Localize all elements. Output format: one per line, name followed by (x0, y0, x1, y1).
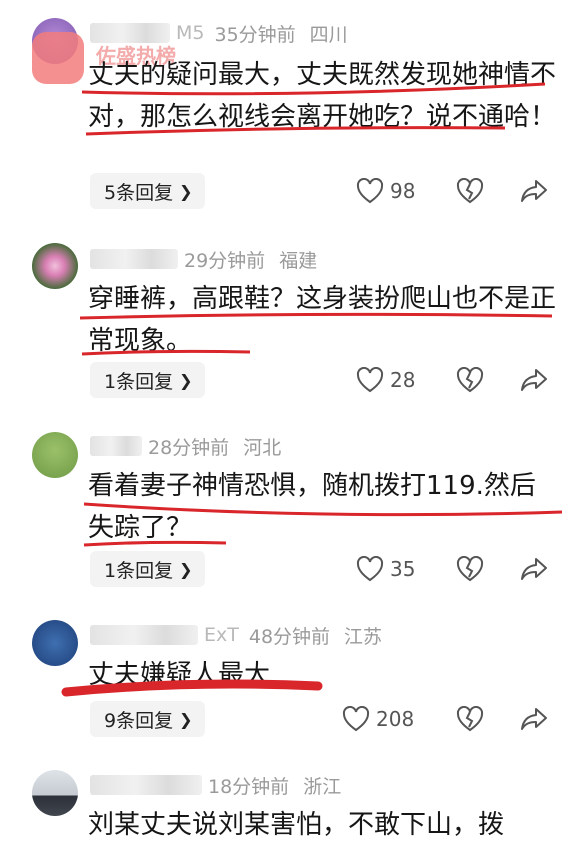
like-count: 208 (376, 707, 415, 731)
like-button[interactable]: 98 (356, 173, 415, 209)
replies-button[interactable]: 1条回复 ❯ (90, 362, 205, 398)
dislike-button[interactable] (456, 173, 484, 209)
replies-button[interactable]: 1条回复 ❯ (90, 551, 205, 587)
username-blurred[interactable] (90, 249, 178, 269)
watermark-logo (32, 32, 84, 84)
comment-time: 18分钟前 (208, 775, 290, 798)
username-blurred[interactable] (90, 625, 198, 645)
replies-count: 5条回复 (104, 181, 174, 204)
comment-meta: 29分钟前 福建 (90, 244, 317, 274)
comment-text: 穿睡裤，高跟鞋？这身装扮爬山也不是正常现象。 (88, 284, 557, 356)
comment-meta: M5 35分钟前 四川 (90, 18, 348, 48)
comment-location: 浙江 (303, 775, 342, 798)
like-count: 35 (390, 557, 416, 581)
like-count: 98 (390, 179, 416, 203)
like-button[interactable]: 35 (356, 551, 415, 587)
heart-icon (342, 706, 370, 732)
comment-meta: ExT 48分钟前 江苏 (90, 620, 382, 650)
broken-heart-icon (456, 178, 484, 204)
replies-count: 1条回复 (104, 370, 174, 393)
comment-actions: 208 (340, 701, 560, 737)
dislike-button[interactable] (456, 551, 484, 587)
username-blurred[interactable] (90, 775, 202, 795)
comment-location: 河北 (243, 436, 282, 459)
share-button[interactable] (520, 551, 548, 587)
comment-location: 四川 (309, 23, 348, 46)
replies-button[interactable]: 5条回复 ❯ (90, 173, 205, 209)
comment-actions: 98 (340, 173, 560, 209)
comment-time: 29分钟前 (184, 249, 266, 272)
replies-button[interactable]: 9条回复 ❯ (90, 701, 205, 737)
username-tail[interactable]: M5 (176, 22, 204, 44)
broken-heart-icon (456, 367, 484, 393)
avatar[interactable] (32, 770, 78, 816)
comment-text: 刘某丈夫说刘某害怕，不敢下山，拨 (88, 810, 505, 840)
like-button[interactable]: 208 (342, 701, 414, 737)
avatar[interactable] (32, 620, 78, 666)
share-arrow-icon (521, 558, 547, 580)
comment-time: 48分钟前 (248, 625, 331, 648)
username-blurred[interactable] (90, 436, 142, 456)
comment-time: 35分钟前 (214, 23, 296, 46)
avatar[interactable] (32, 432, 78, 478)
chevron-right-icon: ❯ (179, 709, 193, 729)
like-count: 28 (390, 368, 416, 392)
comment-time: 28分钟前 (148, 436, 230, 459)
share-arrow-icon (521, 180, 547, 202)
chevron-right-icon: ❯ (179, 370, 193, 390)
heart-icon (356, 367, 384, 393)
replies-count: 9条回复 (104, 709, 174, 732)
share-button[interactable] (520, 701, 548, 737)
comment-actions: 28 (340, 362, 560, 398)
heart-icon (356, 178, 384, 204)
share-button[interactable] (520, 362, 548, 398)
heart-icon (356, 556, 384, 582)
comment-text: 丈夫嫌疑人最大 (88, 660, 271, 690)
dislike-button[interactable] (456, 701, 484, 737)
comment-meta: 28分钟前 河北 (90, 431, 281, 461)
like-button[interactable]: 28 (356, 362, 415, 398)
chevron-right-icon: ❯ (179, 559, 193, 579)
share-button[interactable] (520, 173, 548, 209)
comment-text: 丈夫的疑问最大，丈夫既然发现她神情不对，那怎么视线会离开她吃？说不通哈！ (88, 60, 557, 132)
comment-meta: 18分钟前 浙江 (90, 770, 341, 800)
avatar[interactable] (32, 243, 78, 289)
share-arrow-icon (521, 708, 547, 730)
chevron-right-icon: ❯ (179, 181, 193, 201)
username-blurred[interactable] (90, 23, 170, 43)
broken-heart-icon (456, 706, 484, 732)
replies-count: 1条回复 (104, 559, 174, 582)
comment-location: 江苏 (344, 625, 383, 648)
share-arrow-icon (521, 369, 547, 391)
comment-text: 看着妻子神情恐惧，随机拨打119.然后失踪了？ (88, 471, 536, 543)
dislike-button[interactable] (456, 362, 484, 398)
comment-location: 福建 (279, 249, 318, 272)
username-tail[interactable]: ExT (204, 624, 239, 646)
comment-actions: 35 (340, 551, 560, 587)
broken-heart-icon (456, 556, 484, 582)
